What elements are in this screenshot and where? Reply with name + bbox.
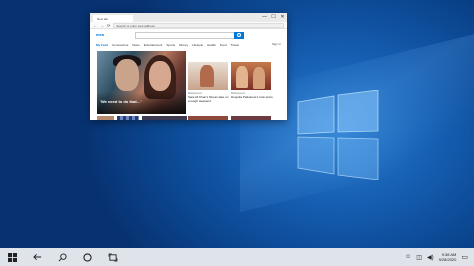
window-controls: — ☐ ✕	[260, 13, 287, 22]
browser-window[interactable]: New tab — ☐ ✕ ← → ⟳ Search or enter web …	[90, 13, 287, 120]
cortana-button[interactable]	[75, 248, 100, 266]
maximize-button[interactable]: ☐	[269, 13, 278, 22]
search-icon	[58, 252, 67, 261]
page-search-input[interactable]	[135, 32, 235, 39]
news-card-caption[interactable]: Bollywood Sara Ali Khan's fitness take o…	[188, 91, 230, 103]
close-button[interactable]: ✕	[278, 13, 287, 22]
system-tray: ☺ ◫ ◀) 9:38 AM 9/28/2020 ▭	[405, 248, 474, 266]
news-card-image[interactable]	[231, 62, 271, 90]
minimize-button[interactable]: —	[260, 13, 269, 22]
nav-travel[interactable]: Travel	[231, 43, 239, 47]
nav-lifestyle[interactable]: Lifestyle	[192, 43, 203, 47]
windows-logo-icon	[8, 252, 17, 262]
news-thumb[interactable]	[188, 116, 228, 120]
nav-my-feed[interactable]: My Feed	[96, 43, 108, 47]
people-icon[interactable]: ☺	[405, 254, 411, 260]
address-bar: ← → ⟳ Search or enter web address	[90, 22, 287, 29]
task-view-icon	[108, 253, 117, 261]
nav-news[interactable]: News	[132, 43, 140, 47]
back-arrow-icon	[33, 253, 42, 261]
refresh-icon[interactable]: ⟳	[107, 23, 110, 28]
news-card-image[interactable]	[188, 62, 228, 90]
windows-hero-logo	[297, 90, 379, 180]
nav-entertainment[interactable]: Entertainment	[144, 43, 163, 47]
nav-coronavirus[interactable]: Coronavirus	[112, 43, 128, 47]
forward-icon[interactable]: →	[100, 23, 104, 28]
sign-in-link[interactable]: Sign in	[272, 42, 281, 46]
nav-money[interactable]: Money	[179, 43, 188, 47]
task-view-button[interactable]	[100, 248, 125, 266]
back-button[interactable]	[25, 248, 50, 266]
browser-titlebar: New tab — ☐ ✕	[90, 13, 287, 22]
msn-page: msn Sign in My Feed Coronavirus News Ent…	[90, 29, 287, 120]
nav-health[interactable]: Health	[207, 43, 216, 47]
action-center-icon[interactable]: ▭	[461, 253, 468, 261]
cortana-circle-icon	[83, 252, 92, 262]
nav-food[interactable]: Food	[220, 43, 227, 47]
hero-news-card[interactable]: 'We need to do that…'	[97, 51, 186, 114]
volume-icon[interactable]: ◀)	[427, 254, 434, 261]
back-icon[interactable]: ←	[93, 23, 97, 28]
network-icon[interactable]: ◫	[416, 254, 422, 261]
news-thumb[interactable]	[142, 116, 187, 120]
browser-tab[interactable]: New tab	[93, 15, 133, 22]
news-thumb[interactable]	[117, 116, 139, 120]
search-icon	[237, 33, 241, 37]
page-search-button[interactable]	[234, 32, 244, 39]
taskbar: ☺ ◫ ◀) 9:38 AM 9/28/2020 ▭	[0, 248, 474, 266]
start-button[interactable]	[0, 248, 25, 266]
hero-caption: 'We need to do that…'	[100, 99, 142, 104]
nav-sports[interactable]: Sports	[166, 43, 175, 47]
news-thumb[interactable]	[231, 116, 271, 120]
desktop: New tab — ☐ ✕ ← → ⟳ Search or enter web …	[0, 0, 474, 248]
news-card-caption[interactable]: Bollywood Deepika Padukone's look stuns	[231, 91, 273, 99]
url-input[interactable]: Search or enter web address	[113, 22, 284, 28]
category-nav: My Feed Coronavirus News Entertainment S…	[96, 43, 239, 47]
search-button[interactable]	[50, 248, 75, 266]
clock-date: 9/28/2020	[438, 257, 457, 262]
msn-logo[interactable]: msn	[96, 32, 104, 37]
clock[interactable]: 9:38 AM 9/28/2020	[439, 252, 457, 262]
news-thumb[interactable]	[97, 116, 114, 120]
